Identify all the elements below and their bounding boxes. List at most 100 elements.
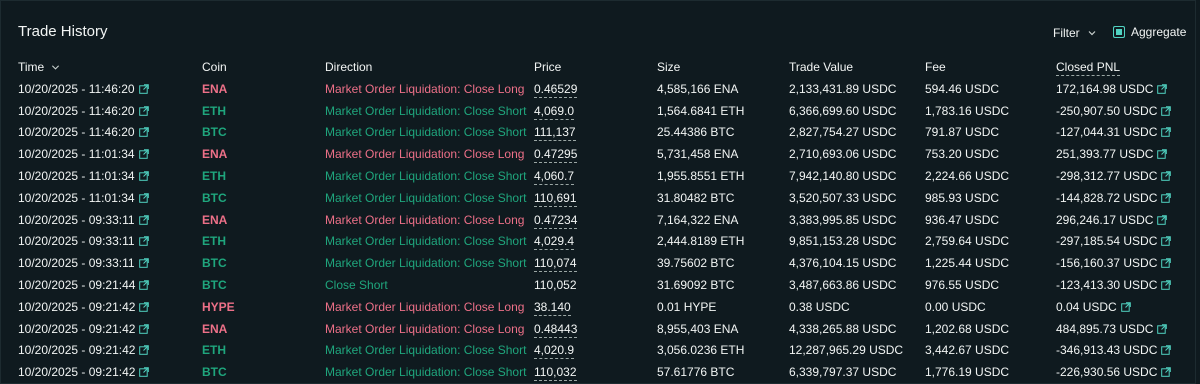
col-header-size: Size: [657, 60, 681, 74]
time-cell[interactable]: 10/20/2025 - 09:21:42: [1, 318, 202, 340]
closed-pnl-cell[interactable]: -250,907.50 USDC: [1056, 100, 1176, 122]
external-link-icon[interactable]: [1161, 127, 1172, 138]
external-link-icon[interactable]: [138, 171, 149, 181]
aggregate-toggle[interactable]: Aggregate: [1113, 25, 1186, 39]
external-link-icon[interactable]: [1161, 171, 1172, 181]
time-cell[interactable]: 10/20/2025 - 09:33:11: [1, 231, 202, 253]
external-link-icon[interactable]: [1161, 105, 1172, 116]
closed-pnl-cell[interactable]: 296,246.17 USDC: [1056, 209, 1176, 231]
time-text: 10/20/2025 - 11:46:20: [18, 125, 135, 140]
time-cell[interactable]: 10/20/2025 - 11:01:34: [1, 187, 202, 209]
price-text: 4,069.0: [534, 103, 575, 120]
time-cell[interactable]: 10/20/2025 - 11:46:20: [1, 122, 202, 144]
price-text: 4,029.4: [534, 234, 575, 251]
fee-cell: 2,759.64 USDC: [925, 234, 1010, 249]
time-cell[interactable]: 10/20/2025 - 09:21:42: [1, 296, 202, 318]
aggregate-checkbox[interactable]: [1113, 26, 1125, 38]
external-link-icon[interactable]: [139, 302, 150, 312]
external-link-icon[interactable]: [138, 214, 149, 225]
closed-pnl-cell[interactable]: -298,312.77 USDC: [1056, 165, 1176, 187]
table-body: 10/20/2025 - 11:46:20 ENA Market Order Liq…: [1, 78, 1176, 383]
closed-pnl-cell[interactable]: -144,828.72 USDC: [1056, 187, 1176, 209]
coin-cell: ENA: [202, 212, 228, 227]
col-header-time[interactable]: Time: [1, 56, 202, 78]
external-link-icon[interactable]: [139, 367, 150, 378]
closed-pnl-cell[interactable]: -226,930.56 USDC: [1056, 361, 1176, 383]
direction-cell: Market Order Liquidation: Close Short: [325, 234, 527, 249]
time-cell[interactable]: 10/20/2025 - 11:01:34: [1, 143, 202, 165]
closed-pnl-cell[interactable]: -346,913.43 USDC: [1056, 340, 1176, 362]
trade-value-cell: 3,520,507.33 USDC: [789, 190, 897, 205]
col-header-fee: Fee: [925, 60, 946, 74]
time-cell[interactable]: 10/20/2025 - 09:21:42: [1, 340, 202, 362]
closed-pnl-cell[interactable]: -156,160.37 USDC: [1056, 252, 1176, 274]
external-link-icon[interactable]: [1161, 367, 1172, 378]
external-link-icon[interactable]: [138, 149, 149, 160]
time-cell[interactable]: 10/20/2025 - 09:21:44: [1, 274, 202, 296]
pnl-text: -156,160.37 USDC: [1056, 256, 1158, 271]
fee-cell: 1,225.44 USDC: [925, 256, 1010, 271]
closed-pnl-cell[interactable]: -127,044.31 USDC: [1056, 122, 1176, 144]
fee-cell: 1,202.68 USDC: [925, 321, 1010, 336]
direction-cell: Close Short: [325, 278, 388, 293]
trade-value-cell: 4,376,104.15 USDC: [789, 256, 897, 271]
price-cell: 38.140: [534, 296, 657, 318]
closed-pnl-cell[interactable]: 172,164.98 USDC: [1056, 78, 1176, 100]
time-cell[interactable]: 10/20/2025 - 11:46:20: [1, 100, 202, 122]
trade-value-cell: 4,338,265.88 USDC: [789, 321, 897, 336]
external-link-icon[interactable]: [138, 84, 149, 94]
table-row: 10/20/2025 - 09:21:42 ETH Market Order Liq…: [1, 340, 1176, 362]
filter-dropdown[interactable]: Filter: [1053, 26, 1097, 40]
external-link-icon[interactable]: [1157, 149, 1168, 160]
external-link-icon[interactable]: [138, 105, 149, 116]
closed-pnl-cell[interactable]: 484,895.73 USDC: [1056, 318, 1176, 340]
external-link-icon[interactable]: [1161, 258, 1172, 269]
closed-pnl-cell[interactable]: -123,413.30 USDC: [1056, 274, 1176, 296]
price-cell: 110,691: [534, 187, 657, 209]
external-link-icon[interactable]: [1157, 214, 1168, 225]
external-link-icon[interactable]: [1157, 323, 1168, 334]
time-text: 10/20/2025 - 09:21:42: [18, 365, 136, 380]
external-link-icon[interactable]: [138, 193, 149, 203]
coin-cell: ENA: [202, 147, 228, 162]
fee-cell: 3,442.67 USDC: [925, 343, 1010, 358]
external-link-icon[interactable]: [138, 258, 149, 269]
fee-cell: 594.46 USDC: [925, 81, 1000, 96]
table-row: 10/20/2025 - 09:21:44 BTC Close Short 110,0…: [1, 274, 1176, 296]
panel-title: Trade History: [18, 23, 108, 40]
external-link-icon[interactable]: [1161, 236, 1172, 247]
price-text: 0.48443: [534, 321, 578, 338]
time-cell[interactable]: 10/20/2025 - 11:01:34: [1, 165, 202, 187]
closed-pnl-cell[interactable]: 0.04 USDC: [1056, 296, 1176, 318]
time-cell[interactable]: 10/20/2025 - 09:21:42: [1, 361, 202, 383]
size-cell: 5,731,458 ENA: [657, 147, 739, 162]
col-header-direction: Direction: [325, 60, 373, 74]
col-header-trade-value: Trade Value: [789, 60, 854, 74]
col-header-label: Closed PNL: [1056, 60, 1121, 76]
time-cell[interactable]: 10/20/2025 - 09:33:11: [1, 209, 202, 231]
external-link-icon[interactable]: [139, 323, 150, 334]
external-link-icon[interactable]: [139, 280, 150, 290]
external-link-icon[interactable]: [1161, 193, 1172, 203]
time-cell[interactable]: 10/20/2025 - 09:33:11: [1, 252, 202, 274]
price-text: 0.46529: [534, 81, 578, 98]
external-link-icon[interactable]: [1157, 84, 1168, 94]
pnl-text: -123,413.30 USDC: [1056, 278, 1158, 293]
external-link-icon[interactable]: [138, 127, 149, 138]
external-link-icon[interactable]: [1161, 345, 1172, 356]
external-link-icon[interactable]: [139, 345, 150, 356]
pnl-text: -346,913.43 USDC: [1056, 343, 1158, 358]
closed-pnl-cell[interactable]: 251,393.77 USDC: [1056, 143, 1176, 165]
closed-pnl-cell[interactable]: -297,185.54 USDC: [1056, 231, 1176, 253]
external-link-icon[interactable]: [1120, 302, 1131, 312]
trade-value-cell: 12,287,965.29 USDC: [789, 343, 904, 358]
trade-history-panel: Trade History Filter Aggregate Time Coin…: [0, 0, 1196, 384]
size-cell: 25.44386 BTC: [657, 125, 735, 140]
trade-history-table: Time Coin Direction Price Size Trade Val…: [1, 56, 1176, 383]
external-link-icon[interactable]: [1161, 280, 1172, 290]
pnl-text: 484,895.73 USDC: [1056, 321, 1154, 336]
price-cell: 0.47234: [534, 209, 657, 231]
time-cell[interactable]: 10/20/2025 - 11:46:20: [1, 78, 202, 100]
col-header-price: Price: [534, 60, 562, 74]
external-link-icon[interactable]: [138, 236, 149, 247]
